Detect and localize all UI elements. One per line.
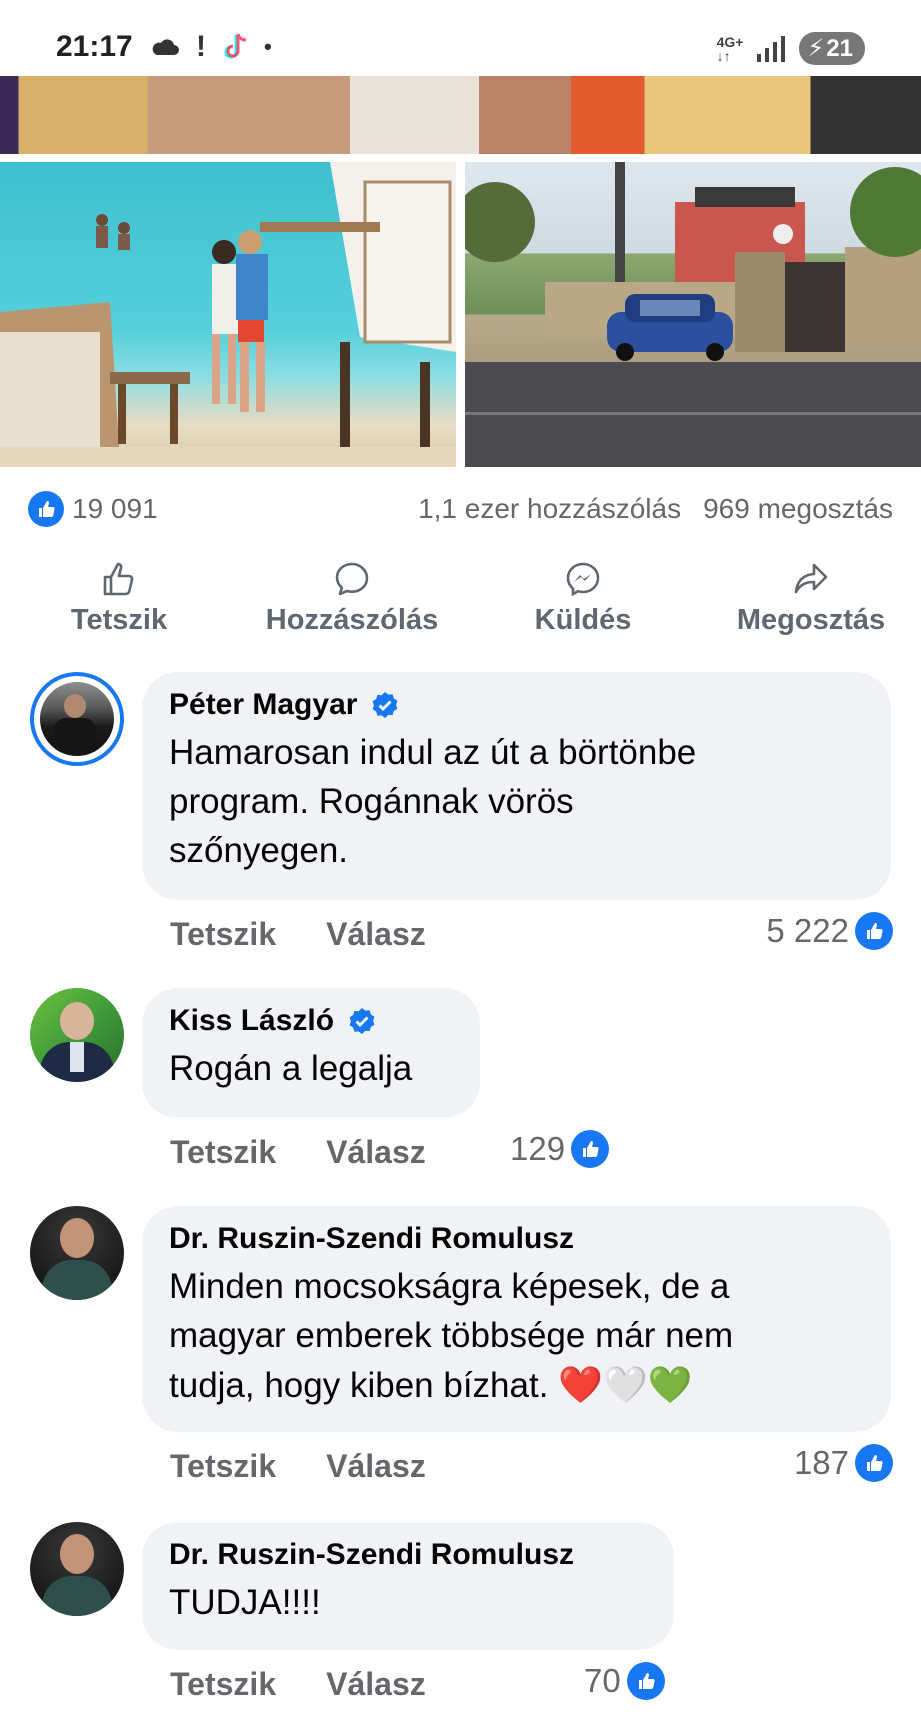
comment-reply-button[interactable]: Válasz [326, 916, 426, 953]
comment-text: Hamarosan indul az út a börtönbe program… [169, 733, 697, 870]
like-reaction-icon [28, 491, 64, 527]
thumbs-up-icon [103, 562, 134, 596]
comment-like-button[interactable]: Tetszik [170, 916, 276, 953]
like-reaction-icon [571, 1130, 610, 1168]
bolt-icon: ⚡ [807, 35, 825, 62]
comment-bubble-icon [335, 562, 369, 596]
comment-like-button[interactable]: Tetszik [170, 1666, 276, 1703]
comment-text: Rogán a legalja [169, 1049, 413, 1088]
comment-reply-button[interactable]: Válasz [326, 1448, 426, 1485]
like-button[interactable]: Tetszik [64, 560, 174, 637]
verified-badge-icon [373, 692, 398, 718]
comment-reply-button[interactable]: Válasz [326, 1666, 426, 1703]
comment-like-button[interactable]: Tetszik [170, 1448, 276, 1485]
comment-bubble[interactable]: Dr. Ruszin-Szendi Romulusz Minden mocsok… [142, 1206, 891, 1432]
share-button[interactable]: Megosztás [726, 560, 896, 637]
comment-reactions[interactable]: 129 [510, 1130, 610, 1168]
tiktok-icon [224, 33, 247, 59]
network-indicator: 4G+ ↓↑ [716, 33, 744, 64]
avatar[interactable] [30, 672, 124, 766]
like-reaction-icon [855, 912, 893, 950]
signal-icon [757, 35, 786, 62]
comment-reaction-count: 5 222 [766, 912, 849, 949]
comment-actions: Tetszik Válasz [170, 916, 426, 953]
alert-icon: ! [196, 30, 206, 63]
send-button[interactable]: Küldés [528, 560, 638, 637]
comment-bubble[interactable]: Kiss László Rogán a legalja [142, 988, 480, 1118]
status-left-icons: ! • [150, 30, 272, 64]
comment-author[interactable]: Kiss László [169, 1004, 454, 1038]
messenger-icon [566, 562, 600, 597]
post-photo-beach[interactable] [0, 162, 456, 467]
likes-count[interactable]: 19 091 [72, 493, 158, 525]
beach-scene-image [0, 162, 456, 467]
comment-text: TUDJA!!!! [169, 1583, 321, 1622]
verified-badge-icon [349, 1008, 375, 1034]
comment-bubble[interactable]: Dr. Ruszin-Szendi Romulusz TUDJA!!!! [142, 1522, 674, 1650]
green-heart-icon: 💚 [647, 1364, 693, 1405]
avatar[interactable] [30, 988, 124, 1082]
comment-text: Minden mocsokságra képesek, de a magyar … [169, 1267, 734, 1405]
comment-reaction-count: 70 [584, 1662, 621, 1699]
white-heart-icon: 🤍 [603, 1364, 648, 1405]
like-button-label: Tetszik [70, 604, 168, 636]
cloud-icon [152, 39, 179, 55]
comments-count[interactable]: 1,1 ezer hozzászólás [418, 493, 681, 525]
comment-actions: Tetszik Válasz [170, 1134, 426, 1171]
comment-author[interactable]: Dr. Ruszin-Szendi Romulusz [169, 1538, 648, 1572]
comment-author[interactable]: Dr. Ruszin-Szendi Romulusz [169, 1222, 865, 1256]
share-button-label: Megosztás [736, 604, 886, 636]
comment-reactions[interactable]: 70 [584, 1662, 665, 1700]
comment-like-button[interactable]: Tetszik [170, 1134, 276, 1171]
comment-reaction-count: 187 [793, 1444, 849, 1481]
avatar[interactable] [30, 1522, 124, 1616]
avatar[interactable] [30, 1206, 124, 1300]
post-photo-top[interactable] [0, 76, 921, 154]
dot-icon: • [264, 34, 272, 59]
comment-reactions[interactable]: 5 222 [766, 912, 893, 950]
status-bar: 21:17 ! • 4G+ ↓↑ ⚡ 21 [0, 0, 921, 76]
comment-reply-button[interactable]: Válasz [326, 1134, 426, 1171]
post-photo-car[interactable] [465, 162, 921, 467]
red-heart-icon: ❤️ [558, 1364, 603, 1405]
comment-actions: Tetszik Válasz [170, 1448, 426, 1485]
comment-button-label: Hozzászólás [265, 604, 439, 636]
status-right: 4G+ ↓↑ ⚡ 21 [717, 32, 865, 65]
shares-count[interactable]: 969 megosztás [703, 493, 893, 525]
status-time: 21:17 [56, 30, 133, 63]
car-scene-image [465, 162, 921, 467]
share-arrow-icon [794, 563, 828, 594]
comment-button[interactable]: Hozzászólás [252, 560, 452, 637]
comment-actions: Tetszik Válasz [170, 1666, 426, 1703]
post-actions: Tetszik Hozzászólás Küldés Megosztás [0, 560, 921, 650]
like-reaction-icon [855, 1444, 893, 1482]
comment-bubble[interactable]: Péter Magyar Hamarosan indul az út a bör… [142, 672, 891, 900]
comment-author[interactable]: Péter Magyar [169, 688, 865, 722]
like-reaction-icon [626, 1662, 665, 1700]
comment-reactions[interactable]: 187 [794, 1444, 893, 1482]
send-button-label: Küldés [534, 604, 632, 636]
comment-reaction-count: 129 [510, 1130, 566, 1167]
battery-indicator: ⚡ 21 [799, 32, 865, 65]
post-stats: 19 091 1,1 ezer hozzászólás 969 megosztá… [28, 491, 893, 527]
